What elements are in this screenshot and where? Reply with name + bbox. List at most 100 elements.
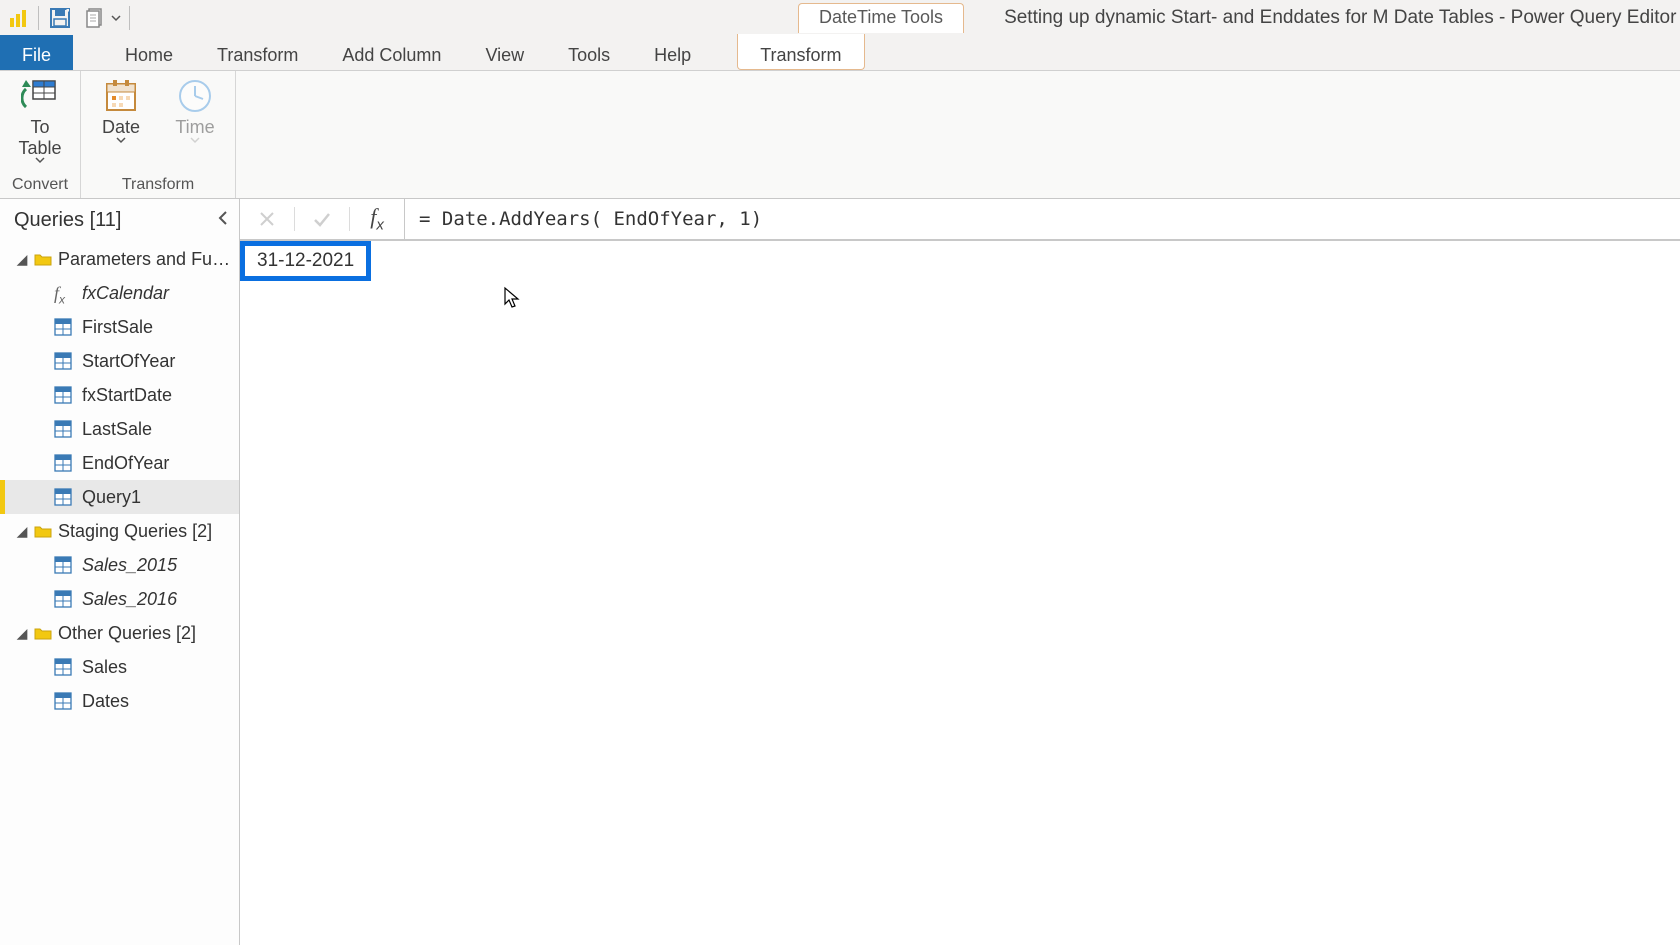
query-item-label: LastSale	[82, 419, 152, 440]
table-icon	[54, 420, 72, 438]
to-table-label: To Table	[18, 117, 61, 158]
time-label: Time	[175, 117, 214, 138]
formula-commit-button	[295, 199, 349, 239]
app-icon	[8, 8, 28, 28]
query-item-label: Sales	[82, 657, 127, 678]
undo-dropdown-button[interactable]	[107, 1, 125, 35]
ribbon-group-transform-label: Transform	[122, 176, 194, 198]
tab-help[interactable]: Help	[632, 35, 713, 70]
collapse-pane-button[interactable]	[215, 209, 231, 232]
table-icon	[54, 352, 72, 370]
x-icon	[257, 209, 277, 229]
table-icon	[54, 556, 72, 574]
undo-icon	[83, 7, 105, 29]
tab-home[interactable]: Home	[103, 35, 195, 70]
undo-button[interactable]	[77, 1, 111, 35]
query-item[interactable]: Sales_2015	[0, 548, 239, 582]
folder-icon	[34, 626, 52, 640]
result-value[interactable]: 31-12-2021	[240, 241, 371, 281]
query-group-header[interactable]: ◢ Parameters and Fu…	[0, 242, 239, 276]
contextual-tab-group-label: DateTime Tools	[798, 3, 964, 33]
query-group-header[interactable]: ◢ Other Queries [2]	[0, 616, 239, 650]
tab-context-transform[interactable]: Transform	[737, 34, 864, 70]
query-item[interactable]: EndOfYear	[0, 446, 239, 480]
check-icon	[311, 208, 333, 230]
query-item-label: Dates	[82, 691, 129, 712]
expand-triangle-icon: ◢	[16, 625, 28, 642]
chevron-down-icon	[190, 136, 200, 144]
fx-icon: fx	[370, 204, 384, 233]
ribbon-group-transform: Date Time Transform	[81, 71, 236, 198]
fx-icon: fx	[54, 284, 72, 302]
query-item[interactable]: StartOfYear	[0, 344, 239, 378]
query-item[interactable]: Sales_2016	[0, 582, 239, 616]
queries-pane-title: Queries [11]	[14, 209, 121, 232]
tab-tools[interactable]: Tools	[546, 35, 632, 70]
chevron-left-icon	[215, 210, 231, 226]
ribbon-tabs: File Home Transform Add Column View Tool…	[0, 35, 1680, 71]
calendar-icon	[102, 77, 140, 115]
table-icon	[54, 590, 72, 608]
preview-area: fx 31-12-2021	[240, 199, 1680, 945]
query-item-label: Sales_2016	[82, 589, 177, 610]
tab-file[interactable]: File	[0, 35, 73, 70]
chevron-down-icon	[111, 13, 121, 23]
query-item-label: EndOfYear	[82, 453, 169, 474]
date-label: Date	[102, 117, 140, 138]
tab-transform[interactable]: Transform	[195, 35, 320, 70]
quick-access-toolbar	[0, 1, 138, 35]
formula-fx-button[interactable]: fx	[350, 199, 404, 239]
query-item[interactable]: FirstSale	[0, 310, 239, 344]
tab-add-column[interactable]: Add Column	[320, 35, 463, 70]
query-group-label: Parameters and Fu…	[58, 249, 230, 270]
query-item[interactable]: Sales	[0, 650, 239, 684]
to-table-icon	[21, 77, 59, 115]
formula-input[interactable]	[405, 199, 1680, 240]
query-item-label: FirstSale	[82, 317, 153, 338]
query-item[interactable]: Query1	[0, 480, 239, 514]
queries-pane: Queries [11] ◢ Parameters and Fu… fx fxCale…	[0, 199, 240, 945]
query-group-label: Other Queries [2]	[58, 623, 196, 644]
chevron-down-icon	[116, 136, 126, 144]
ribbon: To Table Convert Date	[0, 71, 1680, 199]
qat-separator	[129, 6, 130, 30]
table-icon	[54, 658, 72, 676]
titlebar: DateTime Tools Setting up dynamic Start-…	[0, 0, 1680, 35]
query-group-header[interactable]: ◢ Staging Queries [2]	[0, 514, 239, 548]
table-icon	[54, 488, 72, 506]
queries-tree: ◢ Parameters and Fu… fx fxCalendar FirstSale…	[0, 242, 239, 718]
folder-icon	[34, 252, 52, 266]
time-button: Time	[165, 77, 225, 144]
expand-triangle-icon: ◢	[16, 523, 28, 540]
query-item-label: fxStartDate	[82, 385, 172, 406]
query-item-label: fxCalendar	[82, 283, 169, 304]
table-icon	[54, 692, 72, 710]
table-icon	[54, 454, 72, 472]
clock-icon	[176, 77, 214, 115]
window-title: Setting up dynamic Start- and Enddates f…	[1004, 7, 1676, 29]
query-item[interactable]: fx fxCalendar	[0, 276, 239, 310]
save-button[interactable]	[43, 1, 77, 35]
query-item-label: StartOfYear	[82, 351, 175, 372]
table-icon	[54, 318, 72, 336]
folder-icon	[34, 524, 52, 538]
ribbon-group-convert-label: Convert	[12, 176, 68, 198]
tab-view[interactable]: View	[463, 35, 546, 70]
query-item[interactable]: fxStartDate	[0, 378, 239, 412]
qat-separator	[38, 6, 39, 30]
save-icon	[49, 7, 71, 29]
table-icon	[54, 386, 72, 404]
date-button[interactable]: Date	[91, 77, 151, 144]
query-item-label: Sales_2015	[82, 555, 177, 576]
to-table-button[interactable]: To Table	[10, 77, 70, 164]
ribbon-group-convert: To Table Convert	[0, 71, 81, 198]
query-group-label: Staging Queries [2]	[58, 521, 212, 542]
query-item[interactable]: Dates	[0, 684, 239, 718]
query-item-label: Query1	[82, 487, 141, 508]
query-item[interactable]: LastSale	[0, 412, 239, 446]
expand-triangle-icon: ◢	[16, 251, 28, 268]
formula-cancel-button	[240, 199, 294, 239]
formula-bar: fx	[240, 199, 1680, 241]
cursor-pointer-icon	[503, 286, 523, 310]
queries-pane-header: Queries [11]	[0, 199, 239, 242]
